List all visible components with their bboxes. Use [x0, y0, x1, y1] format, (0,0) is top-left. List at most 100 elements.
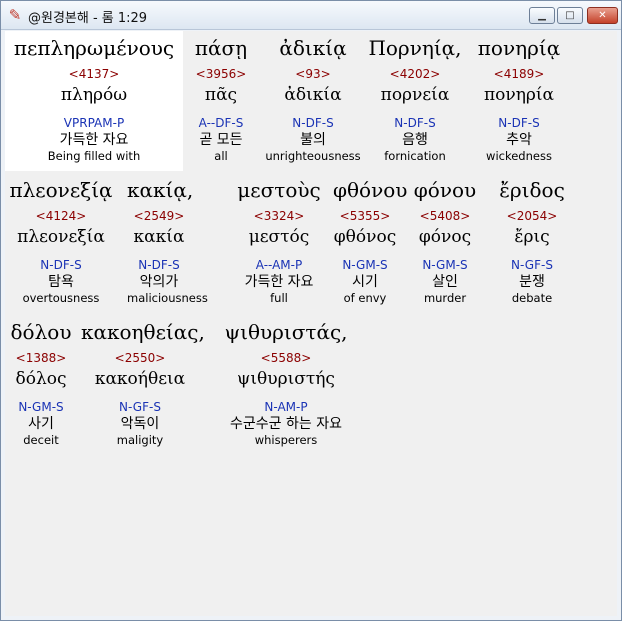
word-greek: ψιθυριστάς,	[224, 320, 348, 344]
word-greek: φόνου	[413, 178, 477, 202]
word-morph: VPRPAM-P	[63, 116, 125, 130]
word-strongs: <2054>	[506, 209, 558, 223]
word-lemma: φόνος	[418, 227, 472, 247]
minimize-icon: ▁	[538, 10, 546, 21]
window-title: @원경본해 - 롬 1:29	[28, 11, 148, 26]
word-strongs: <4202>	[389, 67, 441, 81]
word-strongs: <4189>	[493, 67, 545, 81]
word-english: Being filled with	[47, 149, 141, 163]
word-morph: N-GF-S	[511, 258, 553, 272]
interlinear-word[interactable]: φθόνου <5355> φθόνος N-GM-S 시기 of envy	[333, 177, 408, 305]
word-morph: N-DF-S	[292, 116, 334, 130]
word-korean: 곧 모든	[199, 132, 243, 148]
word-lemma: πληρόω	[60, 85, 128, 105]
interlinear-word[interactable]: ἀδικίᾳ <93> ἀδικία N-DF-S 불의 unrighteousness	[261, 35, 365, 163]
word-morph: A--AM-P	[255, 258, 303, 272]
word-greek: πεπληρωμένους	[13, 36, 175, 60]
word-lemma: δόλος	[15, 369, 67, 389]
interlinear-word[interactable]: κακίᾳ, <2549> κακία N-DF-S 악의가 maliciousness	[127, 177, 208, 305]
word-english: all	[214, 149, 228, 163]
word-strongs: <4124>	[35, 209, 87, 223]
interlinear-word[interactable]: πλεονεξίᾳ <4124> πλεονεξία N-DF-S 탐욕 overtous…	[9, 177, 113, 305]
word-english: maliciousness	[127, 291, 208, 305]
word-korean: 사기	[28, 416, 54, 432]
interlinear-word[interactable]: φόνου <5408> φόνος N-GM-S 살인 murder	[413, 177, 477, 305]
word-english: debate	[511, 291, 553, 305]
word-lemma: μεστός	[248, 227, 310, 247]
word-korean: 악독이	[120, 416, 160, 432]
interlinear-word[interactable]: πεπληρωμένους <4137> πληρόω VPRPAM-P 가득한 자요 B…	[9, 35, 179, 163]
word-korean: 탐욕	[48, 274, 74, 290]
word-lemma: πονηρία	[483, 85, 555, 105]
interlinear-word[interactable]: κακοηθείας, <2550> κακοήθεια N-GF-S 악독이 malig…	[81, 319, 205, 447]
word-korean: 가득한 자요	[59, 132, 129, 148]
word-lemma: πορνεία	[380, 85, 450, 105]
word-greek: δόλου	[10, 320, 72, 344]
word-greek: κακίᾳ,	[127, 178, 194, 202]
word-strongs: <5588>	[260, 351, 312, 365]
word-lemma: κακοήθεια	[94, 369, 186, 389]
word-english: unrighteousness	[265, 149, 361, 163]
word-greek: πλεονεξίᾳ	[9, 178, 113, 202]
word-english: deceit	[23, 433, 59, 447]
interlinear-word[interactable]: Πορνηίᾳ, <4202> πορνεία N-DF-S 음행 fornication	[367, 35, 463, 163]
maximize-icon: □	[565, 10, 575, 21]
word-korean: 살인	[432, 274, 458, 290]
word-korean: 시기	[352, 274, 378, 290]
word-morph: N-DF-S	[40, 258, 82, 272]
word-english: full	[270, 291, 288, 305]
word-strongs: <4137>	[68, 67, 120, 81]
interlinear-word[interactable]: μεστοὺς <3324> μεστός A--AM-P 가득한 자요 full	[223, 177, 335, 305]
word-lemma: φθόνος	[333, 227, 397, 247]
word-greek: φθόνου	[333, 178, 408, 202]
word-english: maligity	[116, 433, 164, 447]
word-english: murder	[423, 291, 467, 305]
minimize-button[interactable]: ▁	[529, 7, 555, 24]
word-strongs: <1388>	[15, 351, 67, 365]
word-korean: 가득한 자요	[244, 274, 314, 290]
word-greek: ἔριδος	[499, 178, 565, 202]
word-lemma: ἔρις	[514, 227, 550, 247]
word-morph: N-DF-S	[498, 116, 540, 130]
word-greek: πονηρίᾳ	[477, 36, 561, 60]
word-greek: κακοηθείας,	[81, 320, 205, 344]
word-morph: N-DF-S	[394, 116, 436, 130]
close-button[interactable]: ✕	[587, 7, 618, 24]
word-english: overtousness	[22, 291, 100, 305]
title-bar[interactable]: ✎ @원경본해 - 롬 1:29 ▁ □ ✕	[1, 1, 621, 30]
word-lemma: πλεονεξία	[17, 227, 105, 247]
word-korean: 불의	[300, 132, 326, 148]
word-morph: N-DF-S	[138, 258, 180, 272]
word-english: fornication	[384, 149, 446, 163]
word-lemma: ψιθυριστής	[237, 369, 335, 389]
word-greek: Πορνηίᾳ,	[368, 36, 462, 60]
interlinear-word[interactable]: ψιθυριστάς, <5588> ψιθυριστής N-AM-P 수군수군 하는…	[221, 319, 351, 447]
word-korean: 음행	[402, 132, 428, 148]
interlinear-word[interactable]: πάσῃ <3956> πᾶς A--DF-S 곧 모든 all	[185, 35, 257, 163]
word-morph: A--DF-S	[198, 116, 244, 130]
interlinear-word[interactable]: ἔριδος <2054> ἔρις N-GF-S 분쟁 debate	[491, 177, 573, 305]
word-strongs: <3324>	[253, 209, 305, 223]
book-icon[interactable]: ✎	[6, 6, 24, 24]
maximize-button[interactable]: □	[557, 7, 583, 24]
word-lemma: ἀδικία	[284, 85, 342, 105]
interlinear-word[interactable]: πονηρίᾳ <4189> πονηρία N-DF-S 추악 wickedness	[471, 35, 567, 163]
word-lemma: πᾶς	[204, 85, 238, 105]
word-morph: N-GF-S	[119, 400, 161, 414]
word-morph: N-GM-S	[342, 258, 388, 272]
word-strongs: <93>	[295, 67, 331, 81]
word-greek: μεστοὺς	[237, 178, 321, 202]
word-greek: ἀδικίᾳ	[279, 36, 347, 60]
interlinear-word[interactable]: δόλου <1388> δόλος N-GM-S 사기 deceit	[9, 319, 73, 447]
word-korean: 악의가	[139, 274, 179, 290]
word-korean: 수군수군 하는 자요	[230, 416, 342, 432]
word-english: whisperers	[254, 433, 318, 447]
word-english: of envy	[343, 291, 387, 305]
word-morph: N-GM-S	[18, 400, 64, 414]
interlinear-panel: πεπληρωμένους <4137> πληρόω VPRPAM-P 가득한 자요 B…	[5, 31, 617, 616]
bible-window: ✎ @원경본해 - 롬 1:29 ▁ □ ✕ πεπληρωμένους <413…	[0, 0, 622, 621]
word-morph: N-GM-S	[422, 258, 468, 272]
word-korean: 분쟁	[519, 274, 545, 290]
close-icon: ✕	[598, 10, 607, 21]
word-strongs: <2549>	[133, 209, 185, 223]
